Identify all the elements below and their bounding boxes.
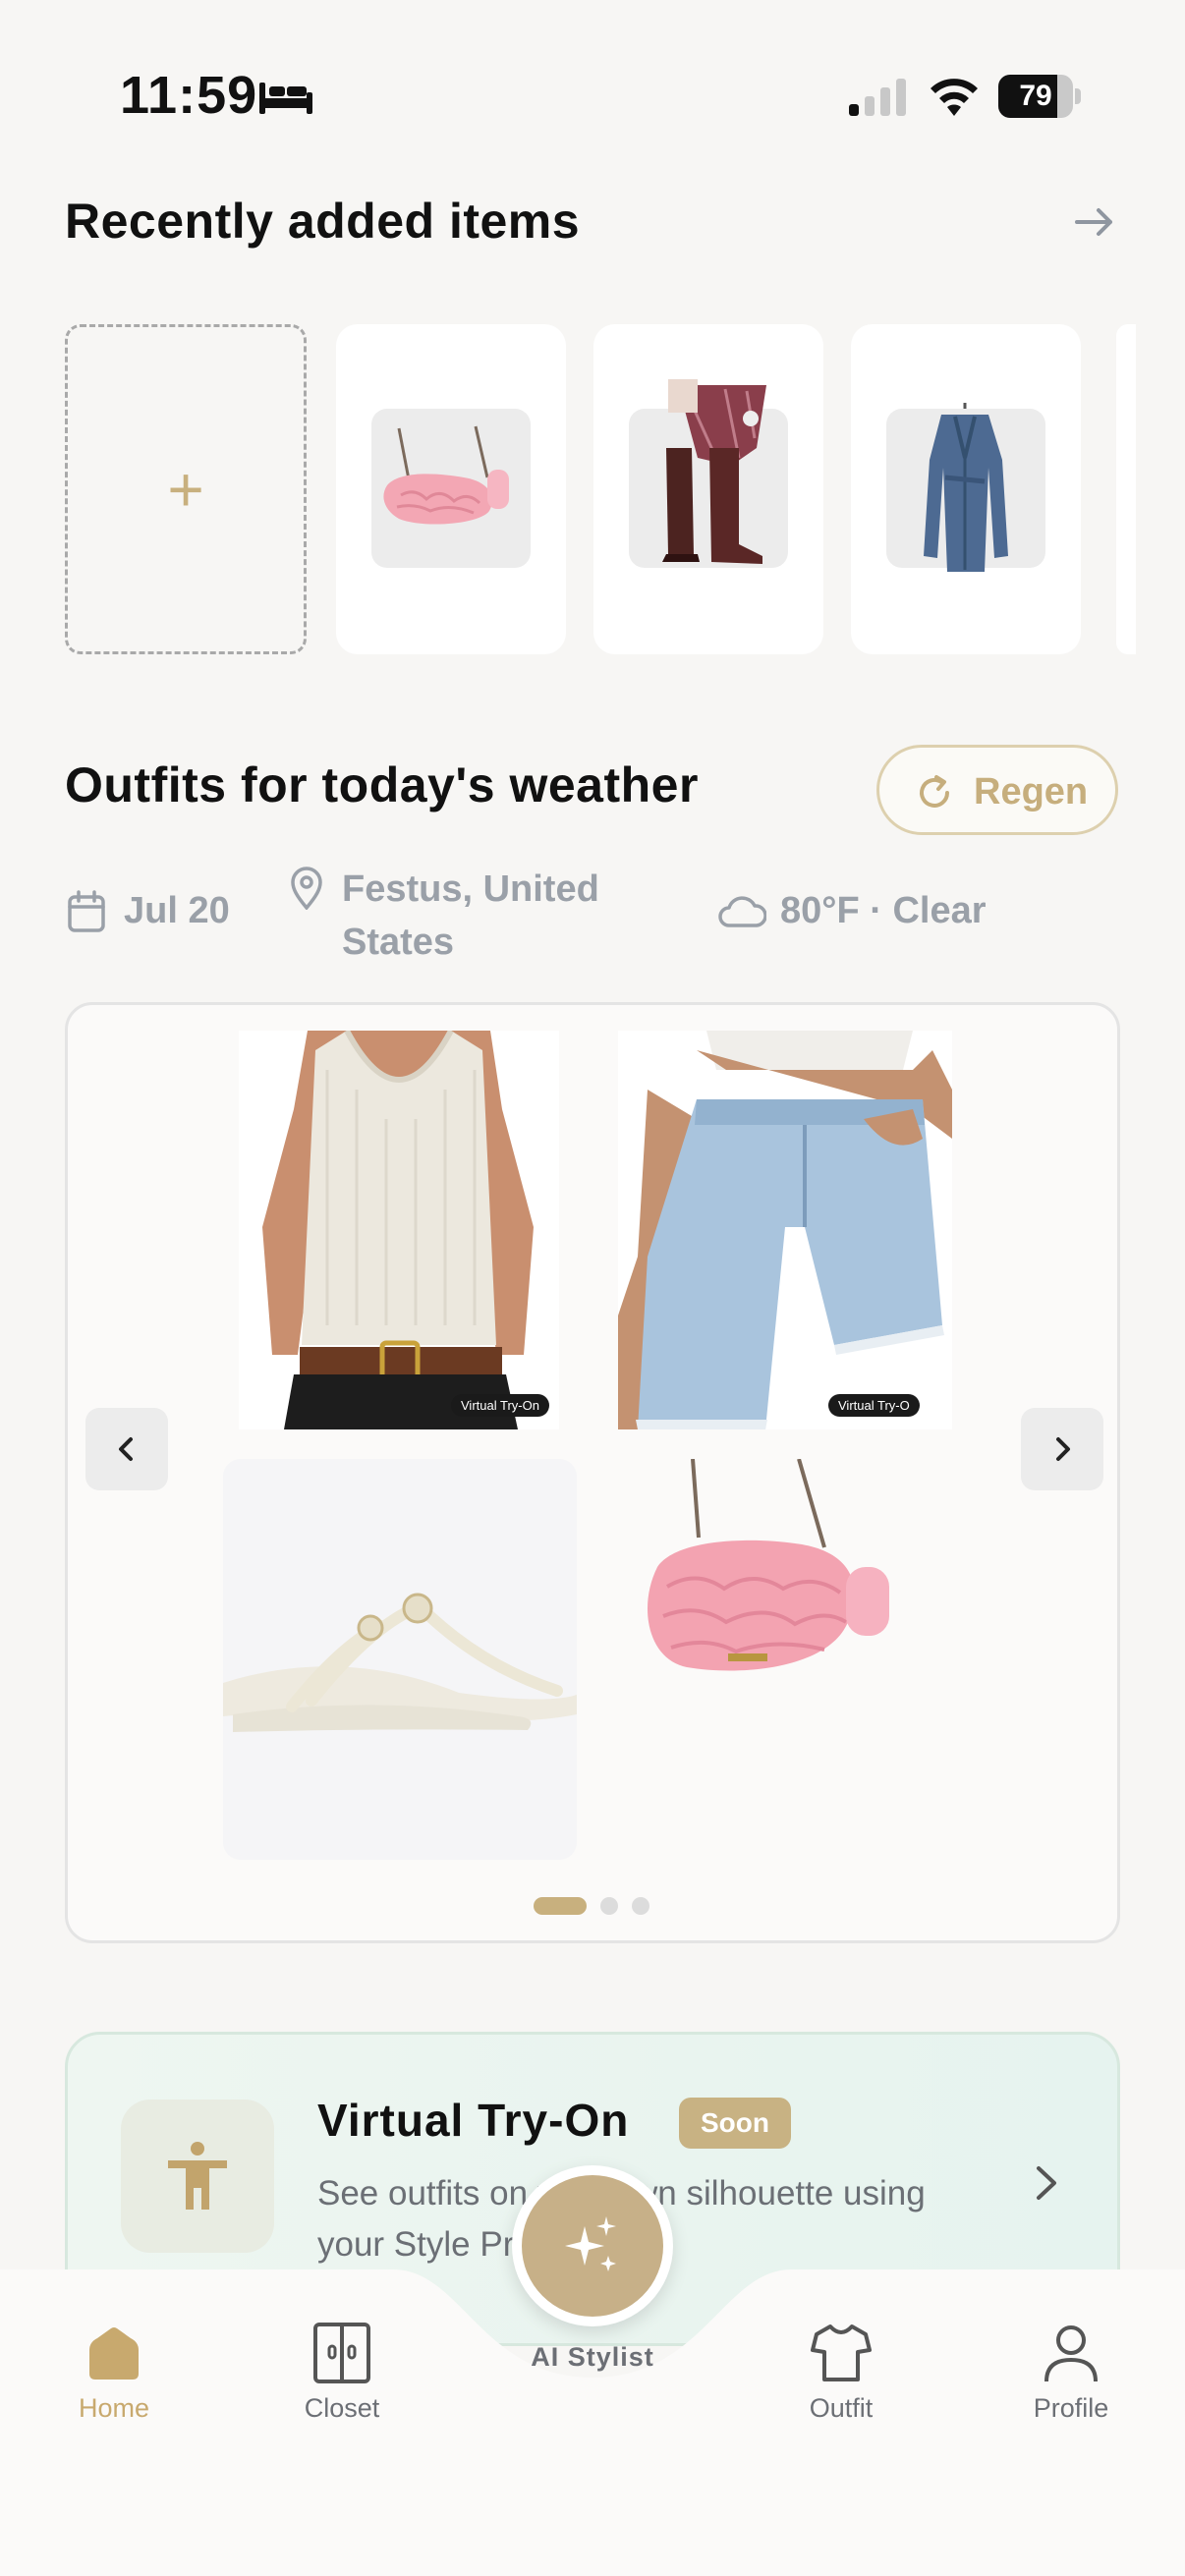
cloud-icon: [718, 896, 766, 927]
ai-stylist-button[interactable]: [512, 2165, 673, 2326]
refresh-icon: [920, 775, 949, 808]
outfit-page-indicator[interactable]: [534, 1895, 671, 1915]
closet-icon: [313, 2323, 370, 2383]
tab-profile[interactable]: Profile: [973, 2321, 1169, 2438]
person-icon-box: [121, 2100, 274, 2253]
tab-home-label: Home: [78, 2393, 150, 2423]
recent-item-card-partial[interactable]: [1116, 324, 1136, 654]
regen-button[interactable]: Regen: [876, 745, 1118, 835]
chevron-right-icon: [1037, 2166, 1056, 2200]
previous-outfit-button[interactable]: [85, 1408, 168, 1490]
tab-closet[interactable]: Closet: [244, 2321, 440, 2438]
tab-profile-label: Profile: [1033, 2393, 1109, 2423]
tab-outfit[interactable]: Outfit: [743, 2321, 939, 2438]
chevron-right-icon: [1056, 1437, 1070, 1461]
page-dot[interactable]: [600, 1897, 618, 1915]
page-dot[interactable]: [632, 1897, 649, 1915]
weather-location-line2: States: [342, 922, 455, 963]
cellular-signal-icon: [849, 79, 906, 116]
home-icon: [89, 2327, 139, 2380]
user-icon: [1044, 2325, 1098, 2382]
bed-icon: [259, 83, 312, 114]
page-dot-active[interactable]: [534, 1897, 587, 1915]
status-time: 11:59: [120, 66, 258, 125]
outfit-shoes-image: [223, 1459, 577, 1860]
tab-closet-label: Closet: [304, 2393, 380, 2423]
person-icon: [168, 2142, 227, 2210]
virtual-tryon-tag: Virtual Try-O: [828, 1394, 920, 1417]
coat-thumbnail: [886, 403, 1045, 572]
chevron-left-icon: [119, 1437, 133, 1461]
virtual-tryon-description: See outfits on your own silhouette using…: [317, 2168, 1103, 2270]
battery-percent: 79: [1019, 80, 1052, 112]
recent-item-card[interactable]: [593, 324, 823, 654]
virtual-tryon-description-line2: your Style Profile: [317, 2225, 578, 2264]
outfit-bag-image: [618, 1459, 952, 1744]
recent-items-title: Recently added items: [65, 194, 581, 249]
ai-stylist-label[interactable]: AI Stylist: [472, 2342, 713, 2373]
location-pin-icon: [291, 867, 322, 910]
weather-location: Festus, United States: [342, 863, 599, 969]
weather-info: Jul 20 Festus, United States 80°F · Clea…: [65, 861, 1146, 969]
regen-label: Regen: [974, 771, 1089, 812]
virtual-tryon-title: Virtual Try-On: [317, 2095, 630, 2146]
sparkles-icon: [565, 2216, 616, 2271]
calendar-icon: [68, 890, 105, 932]
recent-items-row: +: [65, 324, 1185, 654]
weather-date: Jul 20: [124, 890, 230, 931]
tshirt-icon: [811, 2324, 872, 2381]
status-bar: 11:59 79: [0, 0, 1185, 187]
wifi-icon: [931, 79, 978, 116]
outfit-bottom-image: Virtual Try-O: [618, 1031, 952, 1429]
arrow-right-icon[interactable]: [1071, 200, 1118, 244]
virtual-tryon-tag: Virtual Try-On: [451, 1394, 549, 1417]
boots-thumbnail: [629, 379, 788, 568]
soon-badge: Soon: [679, 2098, 791, 2149]
outfit-card[interactable]: Virtual Try-On Virtual Try-O: [65, 1002, 1120, 1943]
virtual-tryon-description-line1: See outfits on your own silhouette using: [317, 2174, 926, 2212]
recent-item-card[interactable]: [336, 324, 566, 654]
recent-item-card[interactable]: [851, 324, 1081, 654]
add-item-button[interactable]: +: [65, 324, 307, 654]
bag-thumbnail: [371, 409, 531, 568]
tab-outfit-label: Outfit: [809, 2393, 874, 2423]
plus-icon: +: [167, 454, 204, 525]
weather-location-line1: Festus, United: [342, 868, 599, 910]
next-outfit-button[interactable]: [1021, 1408, 1103, 1490]
outfits-title: Outfits for today's weather: [65, 757, 699, 812]
outfit-top-image: Virtual Try-On: [239, 1031, 559, 1429]
weather-condition: 80°F · Clear: [780, 890, 987, 931]
battery-icon: 79: [998, 75, 1081, 118]
tab-home[interactable]: Home: [16, 2321, 212, 2438]
